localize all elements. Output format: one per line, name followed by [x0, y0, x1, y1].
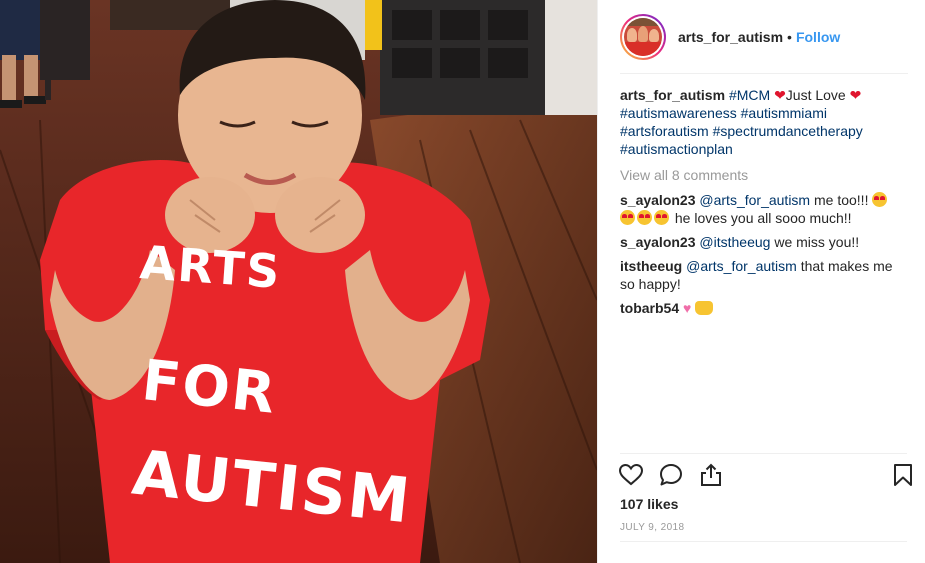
comment-username[interactable]: tobarb54: [620, 300, 679, 316]
speech-bubble-icon: [660, 464, 682, 486]
actions-divider: [620, 453, 907, 454]
header-username[interactable]: arts_for_autism: [678, 29, 783, 45]
comment-item: itstheeug @arts_for_autism that makes me…: [620, 257, 910, 293]
action-bar: [618, 462, 912, 490]
share-upload-icon: [701, 463, 721, 486]
post-caption: arts_for_autism #MCM ❤Just Love ❤ #autis…: [620, 86, 910, 158]
heart-outline-icon: [618, 463, 644, 486]
bottom-divider: [620, 541, 907, 542]
comment-text: we miss you!!: [774, 234, 860, 250]
view-all-comments-link[interactable]: View all 8 comments: [620, 166, 910, 184]
heart-eyes-emoji-icon: [637, 210, 652, 225]
post-photo[interactable]: ARTS FOR AUTISM: [0, 0, 597, 563]
heart-eyes-emoji-icon: [620, 210, 635, 225]
follow-button[interactable]: Follow: [796, 29, 840, 45]
save-button[interactable]: [890, 462, 916, 488]
comment-text: he loves you all sooo much!!: [674, 210, 852, 226]
instagram-post: ARTS FOR AUTISM arts_for_autism • Follow…: [0, 0, 925, 563]
heart-eyes-emoji-icon: [654, 210, 669, 225]
caption-hashtag[interactable]: #autismactionplan: [620, 141, 733, 157]
shirt-print-line-2: FOR: [138, 348, 281, 427]
caption-hashtag[interactable]: #artsforautism: [620, 123, 709, 139]
post-date[interactable]: JULY 9, 2018: [620, 522, 684, 533]
bookmark-icon: [894, 464, 912, 486]
comment-mention[interactable]: @arts_for_autism: [699, 192, 810, 208]
shirt-print-line-1: ARTS: [138, 235, 284, 299]
caption-hashtag[interactable]: #autismawareness: [620, 105, 737, 121]
caption-hashtag[interactable]: #MCM: [729, 87, 770, 103]
likes-count[interactable]: 107 likes: [620, 496, 678, 512]
caption-username[interactable]: arts_for_autism: [620, 87, 725, 103]
comment-item: s_ayalon23 @itstheeug we miss you!!: [620, 233, 910, 251]
comment-item: tobarb54 ♥: [620, 299, 910, 317]
comment-username[interactable]: s_ayalon23: [620, 234, 696, 250]
comment-mention[interactable]: @arts_for_autism: [686, 258, 797, 274]
heart-emoji-icon: ❤: [774, 87, 786, 103]
caption-hashtag[interactable]: #spectrumdancetherapy: [713, 123, 863, 139]
like-button[interactable]: [618, 462, 644, 488]
caption-hashtag[interactable]: #autismmiami: [741, 105, 827, 121]
header-separator: •: [787, 29, 792, 45]
comment-username[interactable]: s_ayalon23: [620, 192, 696, 208]
header-divider: [620, 73, 908, 74]
comment-button[interactable]: [658, 462, 684, 488]
comments-list: arts_for_autism #MCM ❤Just Love ❤ #autis…: [620, 86, 910, 323]
comment-text: me too!!!: [813, 192, 869, 208]
caption-text: Just Love: [785, 87, 846, 103]
comment-mention[interactable]: @itstheeug: [699, 234, 770, 250]
post-side-panel: arts_for_autism • Follow arts_for_autism…: [597, 0, 925, 563]
share-button[interactable]: [698, 462, 724, 488]
avatar[interactable]: [620, 14, 666, 60]
post-header: arts_for_autism • Follow: [598, 0, 925, 74]
heart-emoji-icon: ❤: [849, 87, 862, 103]
comment-username[interactable]: itstheeug: [620, 258, 682, 274]
heart-eyes-emoji-icon: [872, 192, 888, 207]
pink-heart-emoji-icon: ♥: [683, 300, 692, 316]
raised-hands-emoji-icon: [695, 301, 714, 315]
comment-item: s_ayalon23 @arts_for_autism me too!!! he…: [620, 191, 910, 227]
